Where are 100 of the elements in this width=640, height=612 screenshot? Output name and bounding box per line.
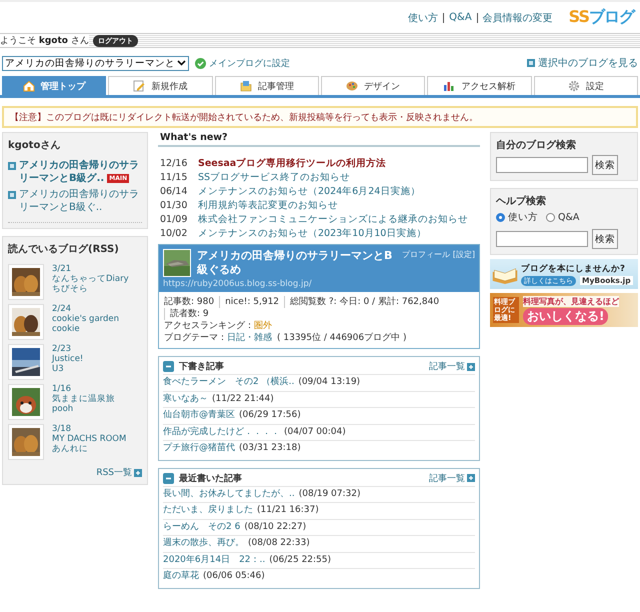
feed-blog-link[interactable]: Justice! [52, 354, 84, 364]
tab[interactable]: デザイン [320, 76, 426, 95]
article-list-link[interactable]: 記事一覧 [429, 472, 475, 484]
article-time: (08/19 07:32) [298, 488, 360, 500]
article-link[interactable]: 仙台朝市@青葉区 [163, 408, 235, 424]
ranking-label: アクセスランキング： [164, 320, 254, 332]
article-time: (06/25 22:55) [269, 554, 332, 566]
minus-icon [163, 472, 174, 484]
article-time: (08/10 22:27) [244, 520, 306, 534]
plus-icon [134, 468, 142, 476]
article-link[interactable]: 寒いなあ～ [163, 392, 208, 407]
house-icon [22, 80, 35, 92]
feed-author: U3 [52, 364, 65, 374]
folder-icon [240, 80, 252, 92]
header-link[interactable]: 会員情報の変更 [482, 10, 553, 24]
article-link[interactable]: 食べたラーメン その2 （横浜.. [163, 375, 294, 390]
bullet-icon [8, 162, 16, 170]
article-time: (03/31 23:18) [239, 442, 301, 455]
article-link[interactable]: 庭の草花 [163, 569, 199, 584]
news-link[interactable]: SSブログサービス終了のお知らせ [198, 171, 350, 184]
news-link[interactable]: メンテナンスのお知らせ（2024年6月24日実施） [198, 185, 420, 198]
stat-text: 総閲覧数 ?: 今日: 0 / 累計: 762,840 [284, 296, 444, 308]
panel-title: 最近書いた記事 [179, 472, 242, 484]
search-button[interactable]: 検索 [592, 229, 618, 249]
article-time: (06/06 05:46) [203, 570, 265, 583]
feed-author: pooh [52, 404, 74, 414]
article-link[interactable]: 2020年6月14日 22：.. [163, 552, 266, 568]
set-main-link[interactable]: メインブログに設定 [195, 56, 290, 70]
chevron-icon [177, 60, 186, 66]
article-list-link[interactable]: 記事一覧 [429, 360, 475, 373]
plus-icon [467, 362, 475, 370]
search-field[interactable] [496, 157, 588, 173]
news-link[interactable]: 利用規約等表記変更のお知らせ [198, 199, 338, 212]
panel-title: 読んでいるブログ(RSS) [8, 242, 120, 256]
news-date: 12/16 [160, 157, 188, 170]
tab[interactable]: 新規作成 [108, 76, 213, 95]
news-date: 11/15 [160, 171, 188, 184]
stat-text: nice!: 5,912 [219, 296, 284, 308]
panel-title: 自分のブログ検索 [496, 138, 577, 152]
search-button[interactable]: 検索 [592, 155, 618, 175]
settings-link[interactable]: [設定] [452, 249, 475, 260]
article-link[interactable]: ただいま、戻りました [163, 503, 253, 518]
tab[interactable]: 管理トップ [2, 76, 106, 95]
article-time: (09/04 13:19) [298, 376, 360, 389]
tab[interactable]: アクセス解析 [427, 76, 532, 95]
search-field[interactable] [496, 231, 588, 247]
blog-select[interactable]: アメリカの田舎帰りのサラリーマンと [2, 56, 189, 70]
feed-date: 3/18 [52, 424, 72, 434]
section-title: What's new? [158, 132, 480, 147]
notice-text: 【注意】このブログは既にリダイレクト転送が開始されているため、新規投稿等を行っても表示・反映されません。 [2, 106, 638, 128]
feed-blog-link[interactable]: MY DACHS ROOM [52, 434, 126, 444]
feed-blog-link[interactable]: cookie's garden [52, 314, 120, 324]
palette-icon [346, 80, 358, 92]
article-time: (04/07 00:04) [284, 426, 346, 438]
tab[interactable]: 記事管理 [214, 76, 319, 95]
theme-rank: ( 13395位 / 446906ブログ中 ) [277, 332, 406, 344]
feed-date: 2/23 [52, 344, 72, 354]
article-link[interactable]: 作品が完成したけど．．．． [163, 424, 280, 440]
feed-date: 1/16 [52, 384, 72, 394]
header-link[interactable]: 使い方 [408, 10, 438, 24]
feed-author: cookie [52, 324, 81, 334]
article-link[interactable]: 長い間、お休みしてましたが、.. [163, 486, 295, 502]
gear-icon [568, 80, 580, 92]
header-link[interactable]: Q&A [449, 12, 472, 23]
article-time: (08/08 22:33) [248, 537, 310, 550]
article-link[interactable]: プチ旅行@猪苗代 [163, 441, 235, 456]
news-link[interactable]: 株式会社ファンコミュニケーションズによる継承のお知らせ [198, 213, 468, 226]
feed-date: 2/24 [52, 304, 72, 314]
bar-chart-icon [443, 80, 456, 92]
feed-blog-link[interactable]: 気ままに温泉旅 [52, 394, 115, 404]
article-link[interactable]: 週末の散歩、再び。 [163, 536, 244, 552]
welcome-text: ようこそ kgoto さん [0, 34, 89, 47]
blog-link[interactable]: アメリカの田舎帰りのサラリーマンとB級ぐ.. [19, 188, 142, 214]
article-link[interactable]: らーめん その2 6 [163, 520, 240, 535]
panel-title: ヘルプ検索 [496, 194, 547, 208]
plus-icon [467, 474, 475, 482]
feed-date: 3/21 [52, 264, 72, 274]
radio-option[interactable]: Q&A [546, 211, 580, 224]
profile-link[interactable]: プロフィール [402, 249, 450, 260]
check-icon [195, 58, 206, 68]
article-time: (11/21 16:37) [257, 504, 319, 517]
radio-option[interactable]: 使い方 [496, 211, 538, 224]
banner-headline: ブログを本にしませんか? [521, 262, 626, 274]
blog-title-link[interactable]: アメリカの田舎帰りのサラリーマンとB級ぐるめ [197, 249, 402, 277]
news-link[interactable]: Seesaaブログ専用移行ツールの利用方法 [198, 157, 386, 170]
theme-link[interactable]: 日記・雑感 [227, 332, 272, 344]
news-date: 01/30 [160, 199, 188, 212]
view-blog-link[interactable]: 選択中のブログを見る [527, 56, 638, 70]
feed-blog-link[interactable]: なんちゃってDiary [52, 274, 129, 284]
news-date: 10/02 [160, 227, 188, 240]
pencil-icon [133, 80, 146, 92]
banner-headline: 料理写真が、見違えるほど [523, 296, 619, 306]
minus-icon [163, 361, 174, 372]
tab[interactable]: 設定 [534, 76, 638, 95]
article-time: (11/22 21:44) [212, 392, 274, 406]
news-link[interactable]: メンテナンスのお知らせ（2023年10月10日実施） [198, 227, 426, 240]
article-time: (06/29 17:56) [239, 409, 301, 422]
rss-list-link[interactable]: RSS一覧 [96, 466, 142, 479]
news-date: 01/09 [160, 213, 188, 226]
ranking-value: 圏外 [254, 320, 272, 332]
